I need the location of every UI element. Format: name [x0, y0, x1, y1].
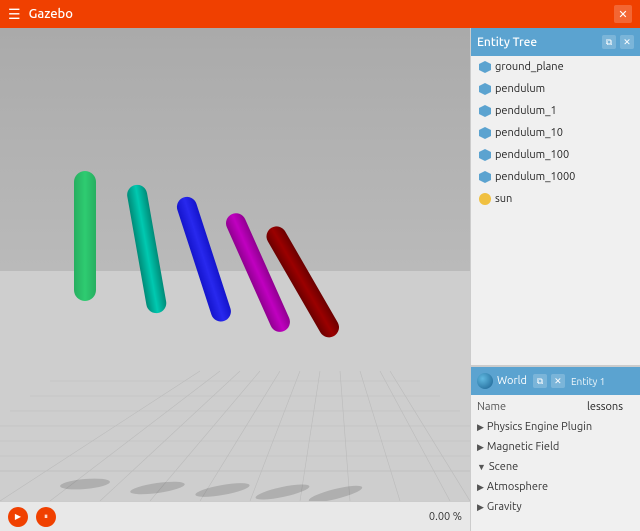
3d-viewport[interactable]: ▶ ⏸ 0.00 %: [0, 28, 470, 531]
model-icon: [479, 171, 491, 183]
viewport-statusbar: ▶ ⏸ 0.00 %: [0, 501, 470, 531]
light-icon: [479, 193, 491, 205]
model-icon: [479, 105, 491, 117]
model-icon: [479, 127, 491, 139]
tree-item-label: pendulum_100: [495, 149, 569, 161]
world-sphere-icon: [477, 373, 493, 389]
right-panels: Entity Tree ⧉ ✕ ground_plane pendulum pe…: [470, 28, 640, 531]
world-label: World: [497, 375, 527, 387]
tree-item-label: sun: [495, 193, 512, 205]
entity-tree-list: ground_plane pendulum pendulum_1 pendulu…: [471, 56, 640, 366]
tree-item-pendulum-100[interactable]: pendulum_100: [471, 144, 640, 166]
tree-item-pendulum-1000[interactable]: pendulum_1000: [471, 166, 640, 188]
tree-item-sun[interactable]: sun: [471, 188, 640, 210]
expand-icon: ▶: [477, 422, 484, 433]
panel-close-button[interactable]: ✕: [620, 35, 634, 49]
inspector-float-button[interactable]: ⧉: [533, 374, 547, 388]
section-label: Gravity: [487, 501, 522, 513]
expand-icon: ▶: [477, 442, 484, 453]
model-icon: [479, 61, 491, 73]
component-inspector-header: World ⧉ ✕ Entity 1: [471, 367, 640, 395]
model-icon: [479, 149, 491, 161]
inspector-close-button[interactable]: ✕: [551, 374, 565, 388]
tree-item-label: pendulum: [495, 83, 545, 95]
tree-item-label: pendulum_10: [495, 127, 563, 139]
section-label: Magnetic Field: [487, 441, 559, 453]
titlebar: ☰ Gazebo ✕: [0, 0, 640, 28]
close-button[interactable]: ✕: [614, 5, 632, 23]
tree-item-pendulum-1[interactable]: pendulum_1: [471, 100, 640, 122]
section-label: Physics Engine Plugin: [487, 421, 592, 433]
play-button[interactable]: ▶: [8, 507, 28, 527]
inspector-gravity-row[interactable]: ▶ Gravity: [475, 497, 636, 517]
inspector-atmosphere-row[interactable]: ▶ Atmosphere: [475, 477, 636, 497]
tree-item-pendulum-10[interactable]: pendulum_10: [471, 122, 640, 144]
tree-item-ground-plane[interactable]: ground_plane: [471, 56, 640, 78]
tree-item-label: pendulum_1000: [495, 171, 575, 183]
panel-float-button[interactable]: ⧉: [602, 35, 616, 49]
expand-icon: ▼: [477, 462, 486, 472]
pause-button[interactable]: ⏸: [36, 507, 56, 527]
inspector-magnetic-row[interactable]: ▶ Magnetic Field: [475, 437, 636, 457]
model-icon: [479, 83, 491, 95]
component-inspector-panel: World ⧉ ✕ Entity 1 Name lessons ▶ Physic…: [471, 366, 640, 531]
inspector-physics-row[interactable]: ▶ Physics Engine Plugin: [475, 417, 636, 437]
name-label: Name: [477, 401, 587, 413]
inspector-body: Name lessons ▶ Physics Engine Plugin ▶ M…: [471, 395, 640, 519]
section-label: Atmosphere: [487, 481, 548, 493]
tree-item-label: pendulum_1: [495, 105, 557, 117]
app-title: Gazebo: [29, 7, 73, 21]
inspector-name-row: Name lessons: [475, 397, 636, 417]
entity-tree-title: Entity Tree: [477, 36, 598, 49]
expand-icon: ▶: [477, 502, 484, 513]
ground-floor: [0, 271, 470, 501]
expand-icon: ▶: [477, 482, 484, 493]
zoom-level: 0.00 %: [429, 511, 462, 523]
tree-item-label: ground_plane: [495, 61, 564, 73]
name-value: lessons: [587, 401, 623, 413]
entity-tree-header: Entity Tree ⧉ ✕: [471, 28, 640, 56]
menu-icon[interactable]: ☰: [8, 6, 21, 23]
entity-tree-panel: Entity Tree ⧉ ✕ ground_plane pendulum pe…: [471, 28, 640, 366]
section-label: Scene: [489, 461, 518, 473]
tree-item-pendulum[interactable]: pendulum: [471, 78, 640, 100]
inspector-scene-row[interactable]: ▼ Scene: [475, 457, 636, 477]
main-layout: ▶ ⏸ 0.00 % Entity Tree ⧉ ✕ ground_plane …: [0, 28, 640, 531]
pendulum-green: [74, 171, 96, 301]
entity-label: Entity 1: [571, 376, 605, 387]
sky-area: [0, 28, 470, 301]
